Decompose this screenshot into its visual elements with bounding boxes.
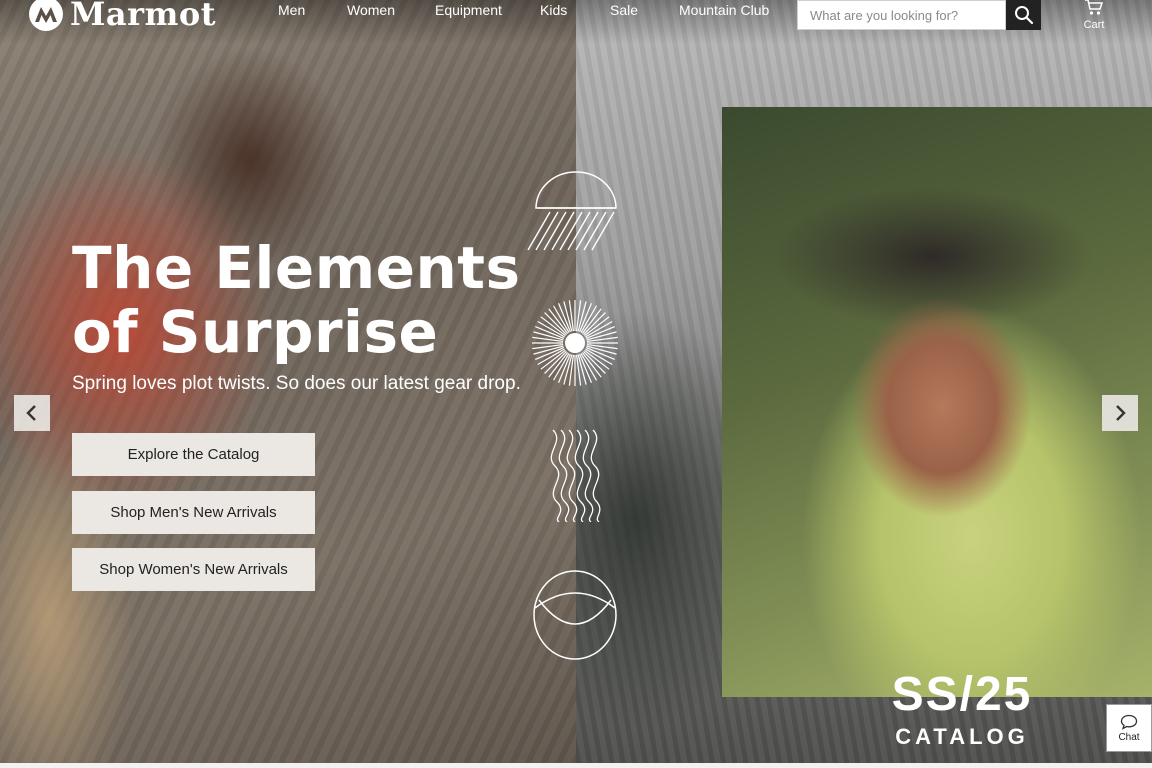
chevron-right-icon xyxy=(1116,405,1126,421)
nav-item-equipment[interactable]: Equipment xyxy=(435,2,502,18)
page-bottom-edge xyxy=(0,763,1152,768)
cart-icon xyxy=(1085,0,1104,15)
shop-womens-new-arrivals-button[interactable]: Shop Women's New Arrivals xyxy=(72,548,315,591)
marmot-logo-icon xyxy=(29,0,63,31)
hero-photo-rain-jacket xyxy=(722,107,1152,697)
hero-subline: Spring loves plot twists. So does our la… xyxy=(72,373,521,394)
nav-item-kids[interactable]: Kids xyxy=(540,2,567,18)
catalog-badge: SS/25 CATALOG xyxy=(872,668,1052,750)
cart-label: Cart xyxy=(1083,19,1105,31)
nav-item-mountain-club[interactable]: Mountain Club xyxy=(679,2,769,18)
nav-item-women[interactable]: Women xyxy=(347,2,395,18)
search-button[interactable] xyxy=(1006,0,1041,30)
chat-label: Chat xyxy=(1118,731,1140,743)
hero-headline: The Elements of Surprise xyxy=(72,234,521,366)
brand-name: Marmot xyxy=(70,0,216,33)
explore-catalog-button[interactable]: Explore the Catalog xyxy=(72,433,315,476)
search-input[interactable] xyxy=(797,0,1006,30)
catalog-label: CATALOG xyxy=(895,724,1029,749)
carousel-next-button[interactable] xyxy=(1102,395,1138,431)
search-icon xyxy=(1014,6,1033,25)
eclipse-circle-icon xyxy=(533,570,617,660)
chat-button[interactable]: Chat xyxy=(1106,704,1152,752)
nav-item-men[interactable]: Men xyxy=(278,2,305,18)
shop-mens-new-arrivals-button[interactable]: Shop Men's New Arrivals xyxy=(72,491,315,534)
site-header: Marmot Men Women Equipment Kids Sale Mou… xyxy=(0,0,1152,44)
carousel-prev-button[interactable] xyxy=(14,395,50,431)
cart-button[interactable]: Cart xyxy=(1078,0,1110,31)
chat-bubble-icon xyxy=(1120,714,1138,730)
catalog-season: SS/25 xyxy=(891,668,1033,721)
wave-lines-icon xyxy=(550,429,601,522)
brand-logo[interactable]: Marmot xyxy=(28,0,216,34)
chevron-left-icon xyxy=(26,405,36,421)
nav-item-sale[interactable]: Sale xyxy=(610,2,638,18)
